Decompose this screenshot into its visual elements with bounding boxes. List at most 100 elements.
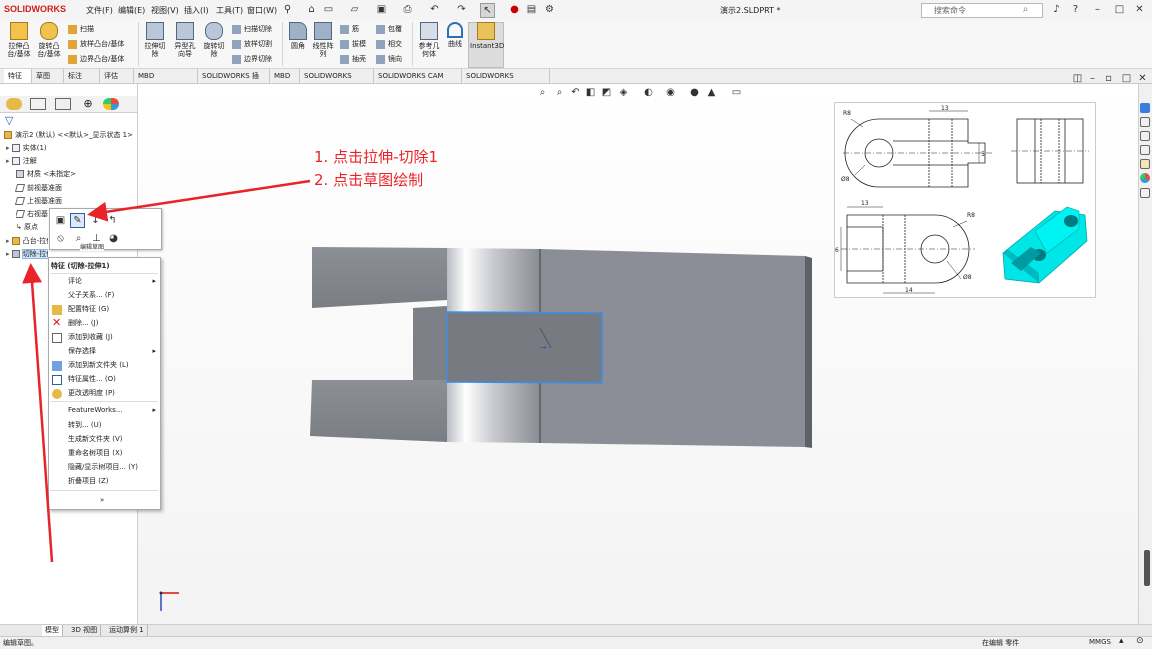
save-icon[interactable]: ▣ bbox=[375, 3, 388, 16]
appearance-icon[interactable]: ◕ bbox=[107, 232, 120, 245]
view-orientation-icon[interactable]: ◈ bbox=[617, 86, 630, 99]
tree-item-front-plane[interactable]: 前视基准面 bbox=[14, 183, 62, 194]
minimize-icon[interactable]: – bbox=[1091, 3, 1104, 16]
file-explorer-icon[interactable] bbox=[1140, 145, 1150, 155]
view-palette-icon[interactable] bbox=[1140, 159, 1150, 169]
tab-model[interactable]: 模型 bbox=[42, 625, 63, 636]
tree-item-material[interactable]: 材质 <未指定> bbox=[16, 169, 76, 180]
menu-item-comment[interactable]: 评论 ▸ bbox=[68, 274, 156, 288]
revolve-boss-button[interactable]: 旋转凸 台/基体 bbox=[34, 22, 64, 58]
zoom-to-fit-icon[interactable]: ⌕ bbox=[536, 86, 549, 99]
menu-item-save-selection[interactable]: 保存选择 ▸ bbox=[68, 344, 156, 358]
feature-manager-tab-icon[interactable] bbox=[6, 98, 22, 110]
menu-insert[interactable]: 插入(I) bbox=[184, 5, 209, 16]
menu-item-featureworks[interactable]: FeatureWorks... ▸ bbox=[68, 403, 156, 417]
part-3d-model[interactable]: → bbox=[300, 240, 820, 455]
edit-feature-icon[interactable]: ▣ bbox=[54, 214, 67, 227]
intersect-button[interactable]: 相交 bbox=[376, 38, 402, 50]
rib-button[interactable]: 筋 bbox=[340, 23, 359, 35]
tab-mbd-dimensions[interactable]: MBD Dimensions bbox=[134, 69, 198, 94]
tab-solidworks-cam-tbm[interactable]: SOLIDWORKS CAM TBM bbox=[374, 69, 462, 94]
extrude-boss-button[interactable]: 拉伸凸 台/基体 bbox=[4, 22, 34, 58]
shell-button[interactable]: 抽壳 bbox=[340, 53, 366, 65]
boundary-boss-button[interactable]: 边界凸台/基体 bbox=[68, 53, 124, 65]
tab-features[interactable]: 特征 bbox=[4, 69, 32, 83]
rollback-icon[interactable]: ↰ bbox=[106, 214, 119, 227]
draft-button[interactable]: 拔模 bbox=[340, 38, 366, 50]
home-icon[interactable]: ⌂ bbox=[305, 3, 318, 16]
curves-button[interactable]: 曲线 bbox=[440, 22, 470, 48]
tab-evaluate[interactable]: 评估 bbox=[100, 69, 134, 83]
tab-mbd[interactable]: MBD bbox=[270, 69, 300, 83]
menu-item-add-new-folder[interactable]: 添加到新文件夹 (L) bbox=[68, 358, 129, 372]
menu-item-configure-feature[interactable]: 配置特征 (G) bbox=[68, 302, 109, 316]
tree-item-origin[interactable]: ↳ 原点 bbox=[16, 222, 48, 233]
doc-tile-icon[interactable]: ◫ bbox=[1071, 72, 1084, 85]
menu-item-goto[interactable]: 转到... (U) bbox=[68, 418, 102, 432]
redo-icon[interactable]: ↷ bbox=[455, 3, 468, 16]
mirror-button[interactable]: 镜向 bbox=[376, 53, 402, 65]
file-properties-icon[interactable]: ▤ bbox=[525, 3, 538, 16]
tree-item-annotations[interactable]: ▸ 注解 bbox=[6, 156, 37, 167]
tree-item-cut-extrude[interactable]: ▸ 切除-拉伸1 bbox=[6, 249, 48, 260]
edit-appearance-icon[interactable]: ● bbox=[688, 86, 701, 99]
wrap-button[interactable]: 包覆 bbox=[376, 23, 402, 35]
zoom-area-icon[interactable]: ⌕ bbox=[553, 86, 566, 99]
menu-item-add-favorite[interactable]: 添加到收藏 (J) bbox=[68, 330, 113, 344]
boundary-cut-button[interactable]: 边界切除 bbox=[232, 53, 272, 65]
loft-boss-button[interactable]: 放样凸台/基体 bbox=[68, 38, 124, 50]
help-icon[interactable]: ? bbox=[1069, 3, 1082, 16]
menu-item-rename-tree-item[interactable]: 重命名树项目 (X) bbox=[68, 446, 122, 460]
menu-expand-more[interactable]: » bbox=[100, 493, 104, 507]
filter-icon[interactable]: ▽ bbox=[5, 114, 13, 127]
hole-wizard-button[interactable]: 异型孔 向导 bbox=[170, 22, 200, 58]
menu-item-parent-child[interactable]: 父子关系... (F) bbox=[68, 288, 114, 302]
print-icon[interactable]: ⎙ bbox=[401, 3, 414, 16]
restore-icon[interactable]: □ bbox=[1113, 3, 1126, 16]
hide-show-items-icon[interactable]: ◉ bbox=[664, 86, 677, 99]
tab-motion-study[interactable]: 运动算例 1 bbox=[106, 625, 148, 636]
swept-cut-button[interactable]: 扫描切除 bbox=[232, 23, 272, 35]
new-document-icon[interactable]: ▭ bbox=[322, 3, 335, 16]
search-icon[interactable]: ⌕ bbox=[1019, 3, 1032, 16]
units-dropdown-icon[interactable]: ▴ bbox=[1119, 636, 1124, 646]
status-units[interactable]: MMGS bbox=[1089, 638, 1111, 646]
section-view-icon[interactable]: ◧ bbox=[584, 86, 597, 99]
dimxpert-tab-icon[interactable]: ⊕ bbox=[80, 98, 96, 110]
solidworks-resources-icon[interactable] bbox=[1140, 103, 1150, 113]
tab-sketch[interactable]: 草图 bbox=[32, 69, 64, 83]
menu-view[interactable]: 视图(V) bbox=[151, 5, 179, 16]
view-settings-icon[interactable]: ▭ bbox=[730, 86, 743, 99]
sweep-button[interactable]: 扫描 bbox=[68, 23, 94, 35]
doc-minimize-icon[interactable]: – bbox=[1086, 72, 1099, 85]
menu-tools[interactable]: 工具(T) bbox=[216, 5, 243, 16]
tree-item-solid-bodies[interactable]: ▸ 实体(1) bbox=[6, 143, 47, 154]
close-icon[interactable]: ✕ bbox=[1133, 3, 1146, 16]
tab-markup[interactable]: 标注 bbox=[64, 69, 100, 83]
dynamic-annotation-icon[interactable]: ◩ bbox=[600, 86, 613, 99]
home-pane-icon[interactable] bbox=[1140, 117, 1150, 127]
status-info-icon[interactable]: ⊙ bbox=[1136, 636, 1144, 646]
menu-window[interactable]: 窗口(W) bbox=[247, 5, 277, 16]
menu-item-collapse-items[interactable]: 折叠项目 (Z) bbox=[68, 474, 108, 488]
display-manager-tab-icon[interactable] bbox=[103, 98, 119, 110]
menu-item-delete[interactable]: 删除... (J) bbox=[68, 316, 98, 330]
appearances-icon[interactable] bbox=[1140, 173, 1150, 183]
doc-maximize-icon[interactable]: □ bbox=[1120, 72, 1133, 85]
menu-item-change-transparency[interactable]: 更改透明度 (P) bbox=[68, 386, 115, 400]
options-gear-icon[interactable]: ⚙ bbox=[543, 3, 556, 16]
menu-file[interactable]: 文件(F) bbox=[86, 5, 113, 16]
lofted-cut-button[interactable]: 放样切割 bbox=[232, 38, 272, 50]
rebuild-icon[interactable]: ● bbox=[508, 3, 521, 16]
tab-solidworks-addins[interactable]: SOLIDWORKS 插件 bbox=[198, 69, 270, 94]
tree-item-right-plane[interactable]: 右视基准面 bbox=[16, 209, 48, 220]
revolve-cut-button[interactable]: 旋转切 除 bbox=[199, 22, 229, 58]
doc-restore-icon[interactable]: ▫ bbox=[1102, 72, 1115, 85]
edit-sketch-icon[interactable]: ✎ bbox=[70, 213, 85, 228]
tab-solidworks-cam[interactable]: SOLIDWORKS CAM bbox=[300, 69, 374, 94]
tree-item-boss-extrude[interactable]: ▸ 凸台-拉伸1 bbox=[6, 236, 48, 247]
suppress-icon[interactable]: ↓ bbox=[89, 214, 102, 227]
previous-view-icon[interactable]: ↶ bbox=[569, 86, 582, 99]
extrude-cut-button[interactable]: 拉伸切 除 bbox=[140, 22, 170, 58]
apply-scene-icon[interactable]: ▲ bbox=[705, 86, 718, 99]
